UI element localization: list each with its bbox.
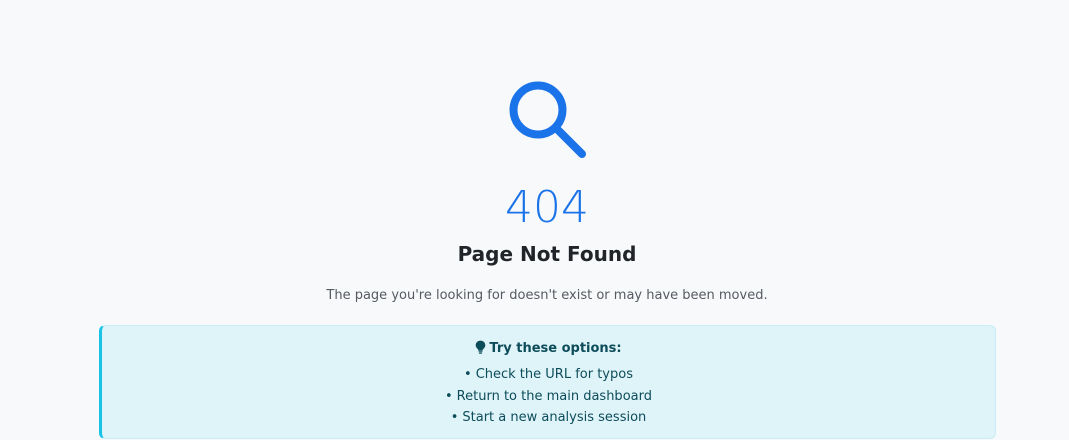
page-title: Page Not Found bbox=[457, 242, 637, 266]
error-message: The page you're looking for doesn't exis… bbox=[326, 288, 768, 303]
lightbulb-icon bbox=[476, 340, 486, 354]
search-icon bbox=[509, 81, 586, 158]
list-item: • Return to the main dashboard bbox=[445, 388, 652, 404]
suggestions-heading: Try these options: bbox=[102, 340, 995, 358]
suggestion-text: Start a new analysis session bbox=[462, 410, 647, 425]
suggestions-list: • Check the URL for typos • Return to the … bbox=[102, 364, 995, 429]
suggestion-text: Check the URL for typos bbox=[475, 367, 633, 382]
not-found-page: 404 Page Not Found The page you're looki… bbox=[0, 0, 1069, 440]
suggestions-heading-text: Try these options: bbox=[489, 341, 622, 356]
list-item: • Check the URL for typos bbox=[464, 367, 633, 382]
suggestions-panel: Try these options: • Check the URL for ty… bbox=[99, 325, 996, 439]
list-item: • Start a new analysis session bbox=[450, 410, 647, 425]
suggestion-text: Return to the main dashboard bbox=[456, 388, 652, 404]
error-code: 404 bbox=[505, 182, 589, 233]
